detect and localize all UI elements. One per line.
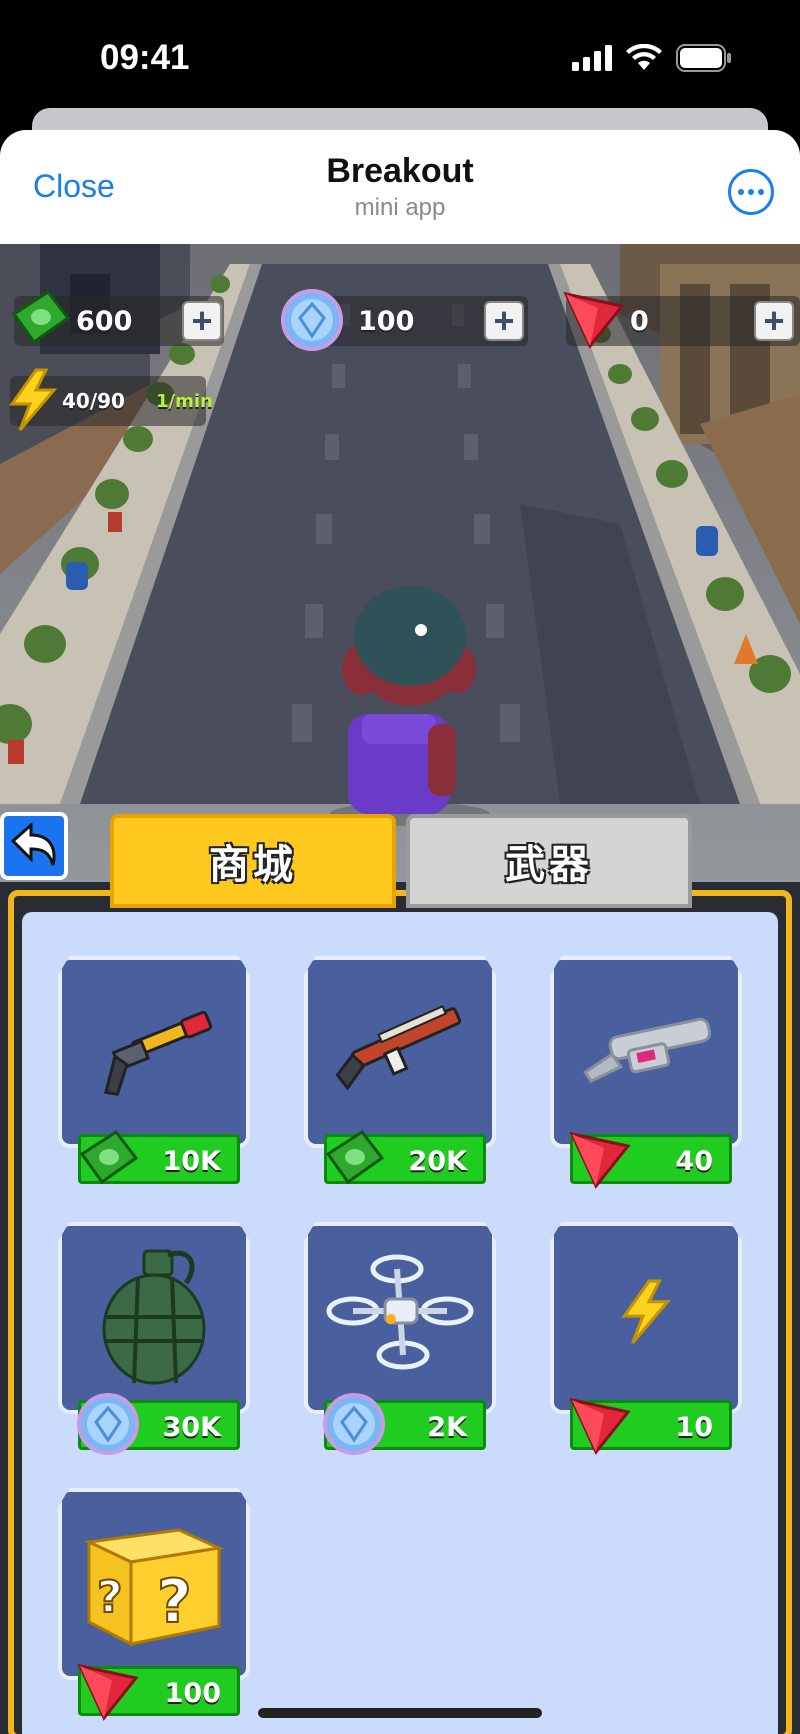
price-value: 100 xyxy=(164,1678,221,1709)
game-scene[interactable]: 600 + 100 + 0 + 40/90 1/min 商城 武器 10K 20… xyxy=(0,244,800,1734)
gem-icon xyxy=(75,1391,141,1457)
lightning-icon xyxy=(550,1222,742,1402)
status-time: 09:41 xyxy=(100,38,190,77)
price-value: 10 xyxy=(675,1412,713,1443)
add-rubies-button[interactable]: + xyxy=(754,301,794,341)
ruby-icon xyxy=(567,1391,633,1457)
grenade-icon xyxy=(58,1222,250,1402)
shop-item-grenade[interactable]: 30K xyxy=(58,1222,250,1462)
gem-icon xyxy=(281,289,343,351)
shotgun-icon xyxy=(58,956,250,1136)
price-value: 10K xyxy=(162,1146,222,1177)
price-tag[interactable]: 100 xyxy=(77,1663,240,1721)
app-title: Breakout xyxy=(326,152,474,190)
cash-icon xyxy=(11,289,71,345)
shop-panel: 10K 20K 40 30K 2K 10 ? ? 100 xyxy=(22,912,778,1734)
more-dot-icon xyxy=(758,189,764,195)
cash-icon xyxy=(321,1125,387,1191)
price-tag[interactable]: 10K xyxy=(78,1129,240,1185)
svg-text:?: ? xyxy=(157,1567,192,1637)
return-button[interactable] xyxy=(0,812,68,880)
more-dot-icon xyxy=(738,189,744,195)
rifle-icon xyxy=(304,956,496,1136)
price-value: 40 xyxy=(675,1146,713,1177)
energy-value: 40/90 xyxy=(62,389,125,413)
gem-value: 100 xyxy=(358,306,415,337)
price-tag[interactable]: 40 xyxy=(569,1131,732,1189)
app-header: Close Breakout mini app xyxy=(0,130,800,244)
price-value: 2K xyxy=(427,1412,467,1443)
price-tag[interactable]: 20K xyxy=(324,1129,486,1185)
shop-item-blaster[interactable]: 40 xyxy=(550,956,742,1196)
shop-item-rifle[interactable]: 20K xyxy=(304,956,496,1196)
cash-icon xyxy=(75,1125,141,1191)
drone-icon xyxy=(304,1222,496,1402)
shop-item-energy[interactable]: 10 xyxy=(550,1222,742,1462)
more-dot-icon xyxy=(748,189,754,195)
energy-counter: 40/90 1/min xyxy=(9,368,213,431)
ruby-icon xyxy=(563,291,625,349)
ruby-counter: 0 + xyxy=(563,291,800,349)
blaster-icon xyxy=(550,956,742,1136)
status-bar: 09:41 xyxy=(0,0,800,120)
app-subtitle: mini app xyxy=(354,194,446,221)
price-value: 30K xyxy=(162,1412,222,1443)
home-indicator[interactable] xyxy=(258,1708,542,1718)
gem-counter: 100 + xyxy=(281,289,528,351)
energy-rate: 1/min xyxy=(156,391,213,412)
energy-icon xyxy=(9,368,58,431)
tab-weapons[interactable]: 武器 xyxy=(406,814,692,908)
cash-counter: 600 + xyxy=(11,289,224,346)
shop-item-mystery-box[interactable]: ? ? 100 xyxy=(58,1488,250,1728)
price-value: 20K xyxy=(408,1146,468,1177)
gem-icon xyxy=(321,1391,387,1457)
price-tag[interactable]: 10 xyxy=(569,1397,732,1455)
price-tag[interactable]: 2K xyxy=(323,1393,486,1455)
price-tag[interactable]: 30K xyxy=(77,1393,240,1455)
tab-shop[interactable]: 商城 xyxy=(110,814,396,908)
wifi-icon xyxy=(626,44,662,70)
return-arrow-icon xyxy=(10,823,56,866)
shop-item-drone[interactable]: 2K xyxy=(304,1222,496,1462)
more-options-button[interactable] xyxy=(728,169,774,215)
cash-value: 600 xyxy=(76,306,133,337)
shop-item-shotgun[interactable]: 10K xyxy=(58,956,250,1196)
status-icons xyxy=(572,44,732,72)
ruby-icon xyxy=(567,1125,633,1191)
ruby-value: 0 xyxy=(630,306,649,337)
add-gems-button[interactable]: + xyxy=(484,301,524,341)
mystery-box-icon: ? ? xyxy=(58,1488,250,1668)
add-cash-button[interactable]: + xyxy=(182,301,222,341)
svg-text:?: ? xyxy=(97,1572,123,1623)
signal-icon xyxy=(572,45,612,71)
battery-icon xyxy=(676,44,731,72)
ruby-icon xyxy=(75,1657,141,1723)
